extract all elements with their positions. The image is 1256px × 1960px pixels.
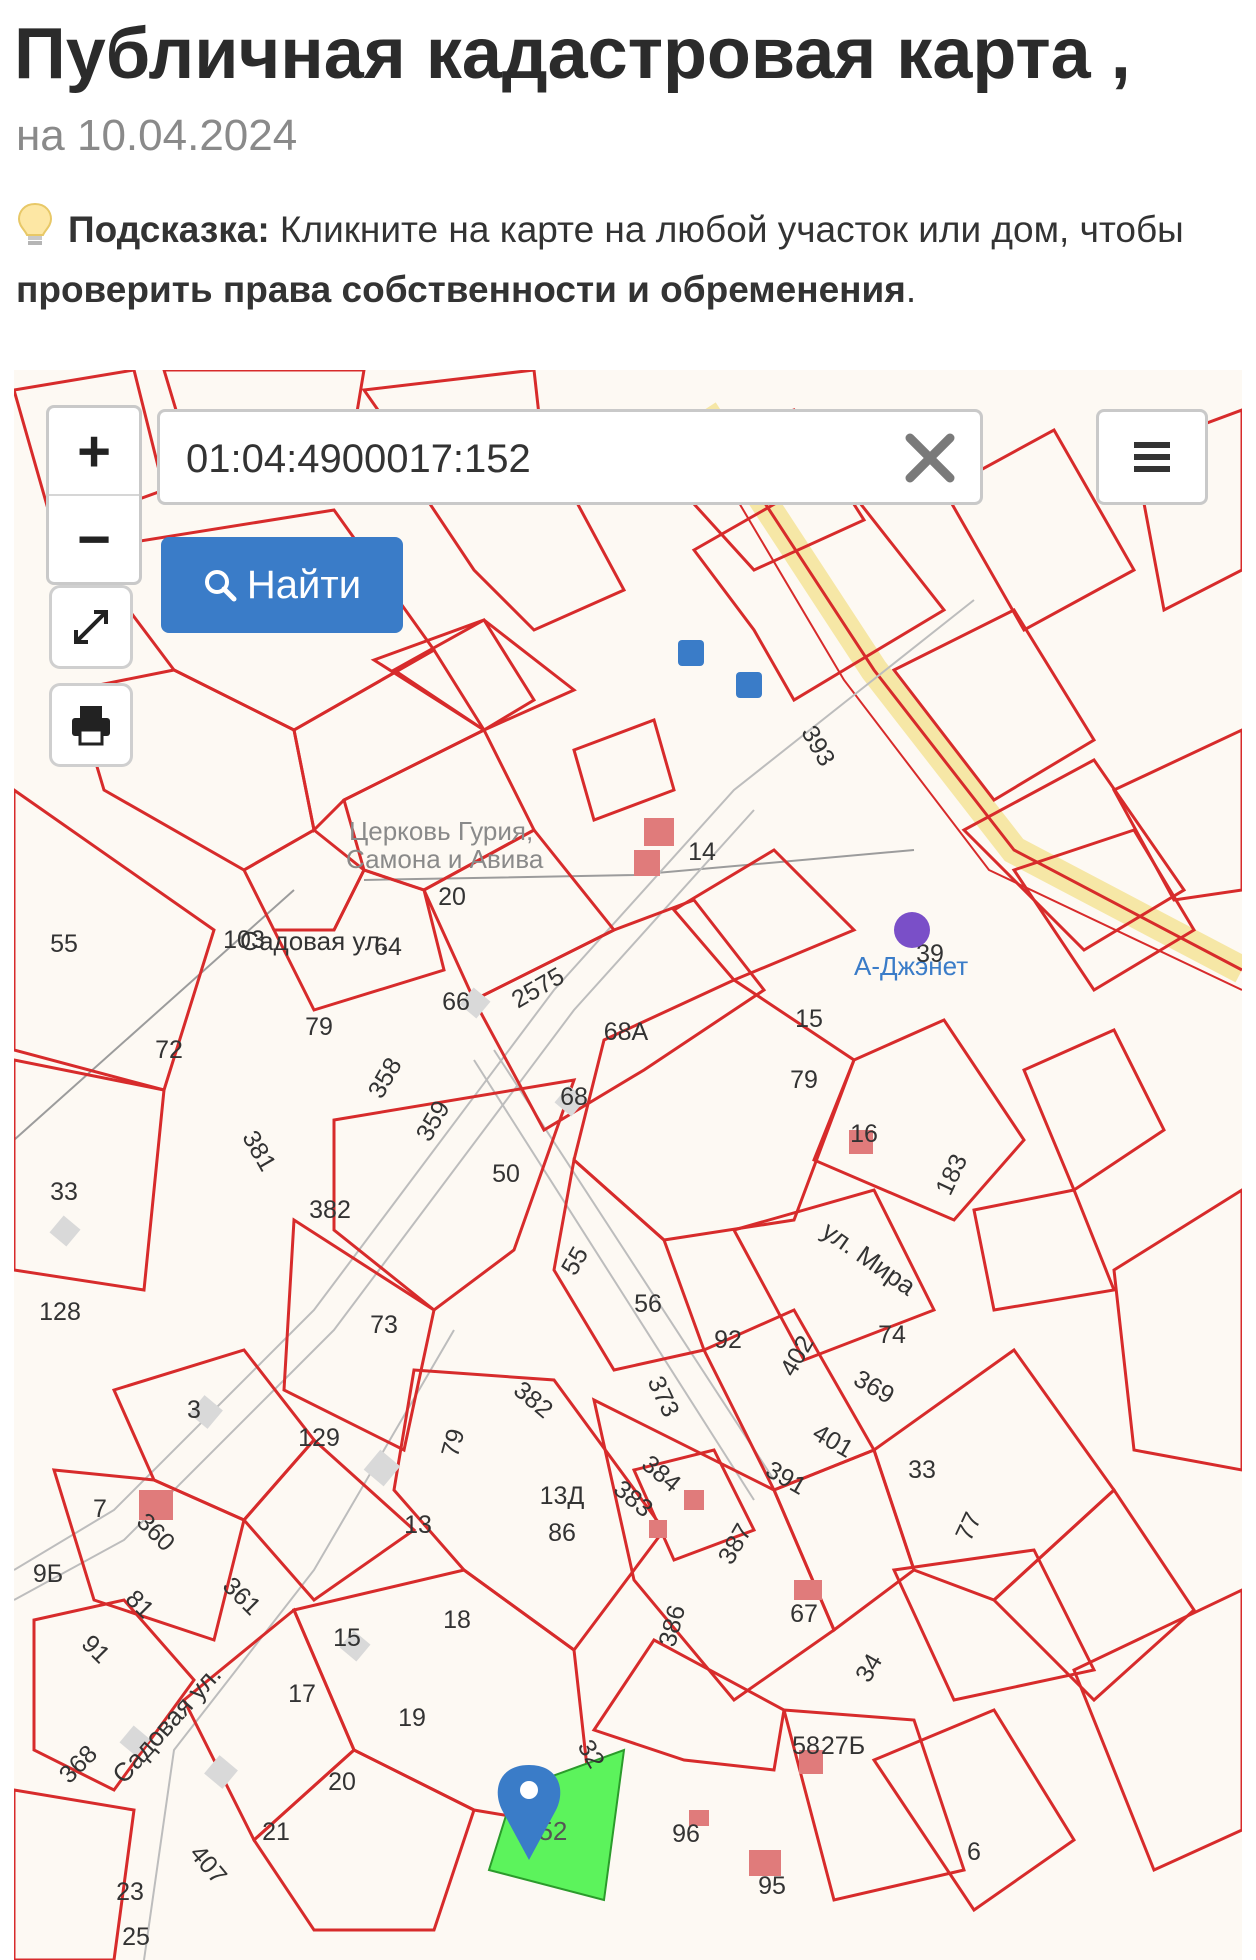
svg-text:А-Джэнет: А-Джэнет <box>854 951 968 981</box>
menu-icon <box>1134 442 1170 472</box>
svg-text:23: 23 <box>116 1878 144 1906</box>
svg-text:86: 86 <box>548 1519 576 1547</box>
search-box <box>157 409 983 505</box>
svg-text:14: 14 <box>688 838 716 866</box>
svg-text:391: 391 <box>761 1456 811 1501</box>
svg-text:50: 50 <box>492 1160 520 1188</box>
zoom-in-button[interactable]: + <box>49 408 139 496</box>
svg-text:402: 402 <box>775 1331 820 1381</box>
svg-text:25: 25 <box>122 1923 150 1951</box>
hint-text: Кликните на карте на любой участок или д… <box>279 209 1184 250</box>
svg-text:33: 33 <box>908 1456 936 1484</box>
svg-text:21: 21 <box>262 1818 290 1846</box>
svg-text:79: 79 <box>436 1426 470 1460</box>
svg-text:381: 381 <box>236 1126 281 1176</box>
svg-text:55: 55 <box>50 930 78 958</box>
zoom-control: + − <box>46 405 142 585</box>
svg-text:81: 81 <box>120 1585 159 1624</box>
zoom-out-button[interactable]: − <box>49 496 139 582</box>
hint-label: Подсказка: <box>68 209 270 250</box>
svg-text:183: 183 <box>930 1150 973 1200</box>
svg-text:6: 6 <box>967 1838 981 1866</box>
svg-text:72: 72 <box>155 1036 183 1064</box>
cadastral-search-input[interactable] <box>184 426 888 492</box>
svg-text:2575: 2575 <box>507 962 569 1014</box>
svg-text:382: 382 <box>508 1376 558 1424</box>
svg-text:91: 91 <box>76 1630 115 1669</box>
hint: Подсказка: Кликните на карте на любой уч… <box>16 200 1241 320</box>
svg-text:17: 17 <box>288 1680 316 1708</box>
svg-text:129: 129 <box>298 1424 340 1452</box>
fullscreen-button[interactable] <box>52 588 130 666</box>
svg-text:33: 33 <box>50 1178 78 1206</box>
clear-icon[interactable] <box>900 428 960 488</box>
svg-text:64: 64 <box>374 933 402 961</box>
find-button[interactable]: Найти <box>161 537 403 633</box>
cadastral-map[interactable]: Садовая ул. Садовая ул. ул. Мира Церковь… <box>14 370 1242 1960</box>
svg-text:393: 393 <box>795 721 840 771</box>
hint-bold-text: проверить права собственности и обремене… <box>16 269 906 310</box>
svg-text:ул. Мира: ул. Мира <box>817 1215 922 1301</box>
svg-text:407: 407 <box>184 1840 232 1890</box>
page-date: на 10.04.2024 <box>16 111 298 160</box>
menu-button[interactable] <box>1096 409 1208 505</box>
svg-text:18: 18 <box>443 1606 471 1634</box>
find-button-label: Найти <box>246 562 362 607</box>
svg-text:34: 34 <box>850 1649 888 1687</box>
svg-text:Церковь Гурия,: Церковь Гурия, <box>349 816 533 846</box>
svg-text:20: 20 <box>438 883 466 911</box>
svg-text:66: 66 <box>442 988 470 1016</box>
svg-text:79: 79 <box>790 1066 818 1094</box>
svg-text:3: 3 <box>187 1396 201 1424</box>
svg-text:13: 13 <box>404 1511 432 1539</box>
svg-text:369: 369 <box>849 1365 899 1410</box>
svg-text:128: 128 <box>39 1298 81 1326</box>
svg-text:15: 15 <box>795 1005 823 1033</box>
svg-text:382: 382 <box>309 1196 351 1224</box>
print-button[interactable] <box>52 686 130 764</box>
svg-text:19: 19 <box>398 1704 426 1732</box>
lightbulb-icon <box>17 202 53 245</box>
search-icon <box>204 570 237 602</box>
svg-text:20: 20 <box>328 1768 356 1796</box>
svg-text:9Б: 9Б <box>33 1560 63 1588</box>
page-title: Публичная кадастровая карта , <box>14 14 1131 94</box>
svg-text:67: 67 <box>790 1600 818 1628</box>
svg-text:73: 73 <box>370 1311 398 1339</box>
svg-text:68А: 68А <box>604 1018 649 1046</box>
svg-text:92: 92 <box>714 1326 742 1354</box>
svg-text:68: 68 <box>560 1083 588 1111</box>
svg-text:15: 15 <box>333 1624 361 1652</box>
hint-end: . <box>905 269 917 310</box>
svg-text:401: 401 <box>808 1419 858 1464</box>
svg-text:358: 358 <box>363 1053 408 1103</box>
svg-text:95: 95 <box>758 1872 786 1900</box>
svg-text:96: 96 <box>672 1820 700 1848</box>
printer-icon <box>72 706 110 746</box>
expand-icon <box>74 610 108 644</box>
svg-text:55: 55 <box>556 1242 594 1280</box>
svg-text:27Б: 27Б <box>821 1732 865 1760</box>
svg-text:58: 58 <box>792 1732 820 1760</box>
svg-text:16: 16 <box>850 1120 878 1148</box>
svg-text:361: 361 <box>217 1572 266 1621</box>
svg-text:103: 103 <box>223 926 265 954</box>
svg-text:79: 79 <box>305 1013 333 1041</box>
svg-text:Самона и Авива: Самона и Авива <box>346 844 544 874</box>
svg-text:359: 359 <box>411 1096 456 1146</box>
svg-text:77: 77 <box>950 1508 987 1545</box>
svg-text:56: 56 <box>634 1290 662 1318</box>
svg-text:74: 74 <box>878 1321 906 1349</box>
svg-text:7: 7 <box>93 1495 107 1523</box>
svg-text:13Д: 13Д <box>540 1482 585 1510</box>
